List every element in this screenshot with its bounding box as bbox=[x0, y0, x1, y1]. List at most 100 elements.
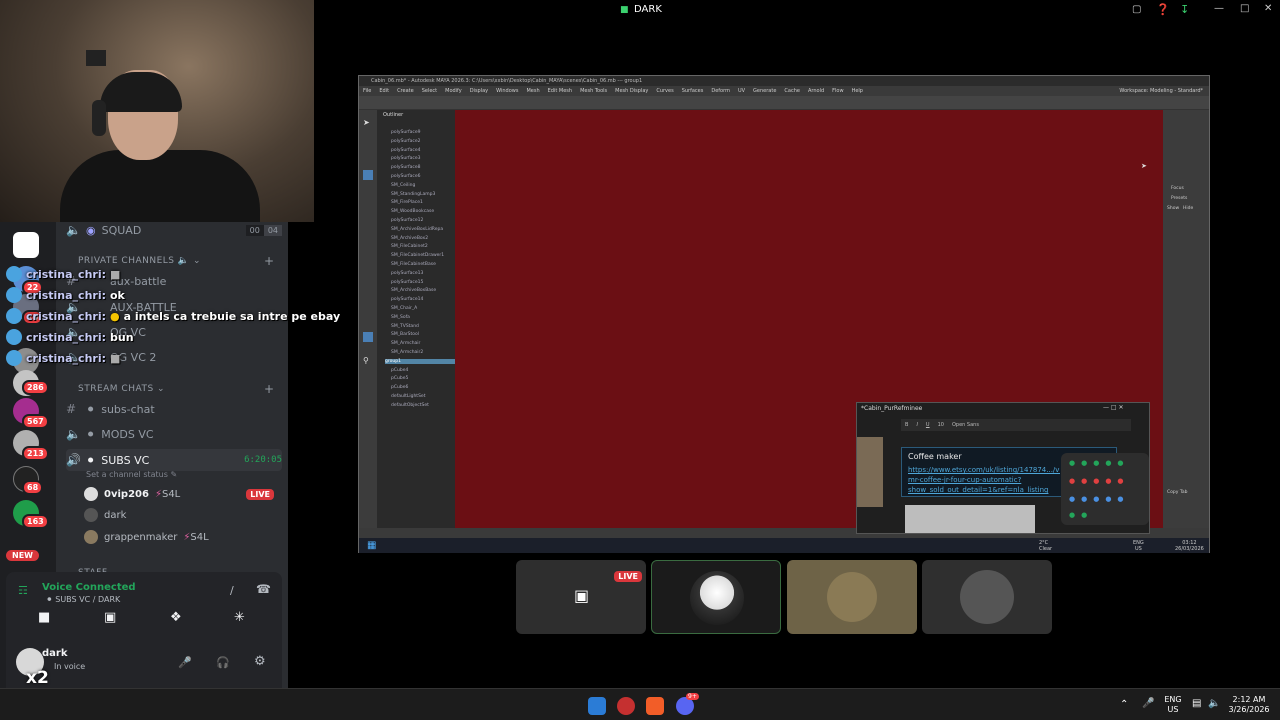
menu-item[interactable]: Mesh bbox=[526, 88, 539, 94]
outliner-item[interactable]: SM_FileCabinet2 bbox=[391, 244, 428, 249]
tray-app-icons[interactable]: ●●●●● bbox=[1069, 477, 1130, 485]
menu-item[interactable]: Generate bbox=[753, 88, 776, 94]
chevron-up-icon[interactable]: ⌃ bbox=[1120, 699, 1128, 710]
outliner-item[interactable]: SM_Ceiling bbox=[391, 183, 415, 188]
zoom-icon[interactable]: ⚲ bbox=[363, 356, 369, 365]
outliner-item[interactable]: SM_StandingLamp3 bbox=[391, 192, 435, 197]
microphone-icon[interactable]: 🎤 bbox=[1142, 698, 1154, 709]
inbox-icon[interactable]: ▢ bbox=[1132, 4, 1141, 15]
menu-item[interactable]: Edit bbox=[379, 88, 389, 94]
menu-item[interactable]: Modify bbox=[445, 88, 462, 94]
help-icon[interactable]: ❓ bbox=[1156, 3, 1170, 16]
channel-mods-vc[interactable]: 🔈 ⚫ MODS VC bbox=[66, 423, 282, 445]
outliner-item[interactable]: SM_BarStool bbox=[391, 332, 419, 337]
vc-user[interactable]: dark bbox=[84, 506, 126, 524]
tray-app-icons[interactable]: ●● bbox=[1069, 511, 1093, 519]
network-icon[interactable]: ▤ bbox=[1192, 698, 1201, 709]
font-size-select[interactable]: 10 bbox=[938, 422, 944, 428]
outliner-item[interactable]: pCube5 bbox=[391, 376, 408, 381]
tray-app-icons[interactable]: ●●●●● bbox=[1069, 459, 1130, 467]
screen-share-icon[interactable]: ▣ bbox=[104, 610, 116, 625]
menu-item[interactable]: Flow bbox=[832, 88, 843, 94]
obs-icon[interactable] bbox=[617, 697, 635, 715]
microphone-icon[interactable]: 🎤 bbox=[178, 656, 192, 669]
outliner-item[interactable]: SM_Armchair bbox=[391, 341, 420, 346]
download-icon[interactable]: ↧ bbox=[1180, 3, 1189, 16]
camera-off-icon[interactable]: ■ bbox=[38, 610, 50, 625]
copy-tab-button[interactable]: Copy Tab bbox=[1167, 490, 1187, 495]
menu-item[interactable]: Cache bbox=[784, 88, 800, 94]
layout-icon[interactable] bbox=[363, 332, 373, 342]
outliner-item[interactable]: SM_FileCabinetBase bbox=[391, 262, 436, 267]
outliner-item[interactable]: polySurface12 bbox=[391, 218, 423, 223]
show-button[interactable]: Show bbox=[1167, 206, 1179, 211]
add-channel-icon[interactable]: + bbox=[264, 382, 274, 396]
outliner-item[interactable]: polySurface15 bbox=[391, 280, 423, 285]
bold-icon[interactable]: B bbox=[905, 422, 908, 428]
vc-user[interactable]: 0vip206 ⚡ S4L LIVE bbox=[84, 485, 274, 503]
outliner-item[interactable]: SM_Chair_A bbox=[391, 306, 417, 311]
vc-user[interactable]: grappenmaker ⚡ S4L bbox=[84, 528, 209, 546]
tray-app-icons[interactable]: ●●●●● bbox=[1069, 495, 1130, 503]
remote-clock[interactable]: 03:12 26/03/2026 bbox=[1175, 540, 1204, 552]
menu-item[interactable]: Help bbox=[852, 88, 863, 94]
tile-participant[interactable] bbox=[651, 560, 781, 634]
menu-item[interactable]: Surfaces bbox=[682, 88, 704, 94]
clock[interactable]: 2:12 AM 3/26/2026 bbox=[1224, 695, 1274, 715]
volume-icon[interactable]: 🔈 bbox=[1208, 698, 1220, 709]
menu-item[interactable]: Windows bbox=[496, 88, 518, 94]
italic-icon[interactable]: I bbox=[916, 422, 917, 428]
language-indicator[interactable]: ENG US bbox=[1162, 695, 1184, 715]
font-select[interactable]: Open Sans bbox=[952, 422, 979, 428]
channel-status-input[interactable]: Set a channel status ✎ bbox=[86, 470, 177, 479]
outliner-item[interactable]: pCube6 bbox=[391, 385, 408, 390]
window-controls-icon[interactable]: — □ ✕ bbox=[1103, 404, 1124, 411]
minimize-icon[interactable]: — bbox=[1214, 3, 1224, 14]
menu-item[interactable]: Arnold bbox=[808, 88, 824, 94]
server-logo-icon[interactable] bbox=[13, 232, 39, 258]
channel-subs-chat[interactable]: # ⚫ subs-chat bbox=[66, 398, 282, 420]
menu-item[interactable]: File bbox=[363, 88, 371, 94]
channel-subs-vc[interactable]: 🔊 ⚫ SUBS VC 6:20:05 bbox=[66, 449, 282, 471]
outliner-item[interactable]: pCube4 bbox=[391, 368, 408, 373]
outliner-item[interactable]: SM_FileCabinetDrawer1 bbox=[391, 253, 444, 258]
move-tool-icon[interactable] bbox=[363, 170, 373, 180]
soundboard-icon[interactable]: ✳ bbox=[234, 610, 245, 625]
outliner-item[interactable]: polySurface6 bbox=[391, 174, 421, 179]
disconnect-icon[interactable]: ☎ bbox=[256, 582, 271, 596]
brave-icon[interactable] bbox=[646, 697, 664, 715]
menu-item[interactable]: Display bbox=[470, 88, 488, 94]
outliner-item[interactable]: SM_ArchiveBoxLidRepa bbox=[391, 227, 443, 232]
tile-participant-camera[interactable] bbox=[787, 560, 917, 634]
outliner-item[interactable]: SM_Sofa bbox=[391, 315, 410, 320]
outliner-item[interactable]: group1 bbox=[385, 358, 455, 364]
menu-item[interactable]: Edit Mesh bbox=[548, 88, 572, 94]
outliner-item[interactable]: polySurface2 bbox=[391, 139, 421, 144]
menu-item[interactable]: Select bbox=[422, 88, 437, 94]
tile-screen-share[interactable]: ▣ LIVE bbox=[516, 560, 646, 634]
presets-button[interactable]: Presets bbox=[1171, 196, 1187, 201]
menu-item[interactable]: Mesh Tools bbox=[580, 88, 607, 94]
menu-item[interactable]: UV bbox=[738, 88, 745, 94]
activities-icon[interactable]: ❖ bbox=[170, 610, 182, 625]
hide-button[interactable]: Hide bbox=[1183, 206, 1193, 211]
outliner-item[interactable]: polySurface3 bbox=[391, 156, 421, 161]
outliner-item[interactable]: polySurface13 bbox=[391, 271, 423, 276]
note-link[interactable]: https://www.etsy.com/uk/listing/147874..… bbox=[908, 465, 1060, 495]
windows-start-icon[interactable]: ▦ bbox=[367, 540, 376, 551]
close-icon[interactable]: ✕ bbox=[1264, 3, 1272, 14]
outliner-item[interactable]: polySurface9 bbox=[391, 130, 421, 135]
remote-language[interactable]: ENG US bbox=[1133, 540, 1144, 552]
menu-item[interactable]: Curves bbox=[656, 88, 673, 94]
noise-suppression-icon[interactable]: ∕ bbox=[230, 584, 234, 597]
focus-button[interactable]: Focus bbox=[1171, 186, 1184, 191]
channel-squad[interactable]: 🔈 ◉ SQUAD 00 04 bbox=[66, 219, 282, 241]
tile-participant[interactable] bbox=[922, 560, 1052, 634]
windows-start-icon[interactable] bbox=[588, 697, 606, 715]
add-channel-icon[interactable]: + bbox=[264, 254, 274, 268]
outliner-item[interactable]: defaultObjectSet bbox=[391, 403, 429, 408]
outliner-item[interactable]: SM_FirePlace1 bbox=[391, 200, 423, 205]
outliner-item[interactable]: polySurface4 bbox=[391, 148, 421, 153]
outliner-item[interactable]: SM_ArchiveBoxBase bbox=[391, 288, 436, 293]
outliner-item[interactable]: polySurface8 bbox=[391, 165, 421, 170]
